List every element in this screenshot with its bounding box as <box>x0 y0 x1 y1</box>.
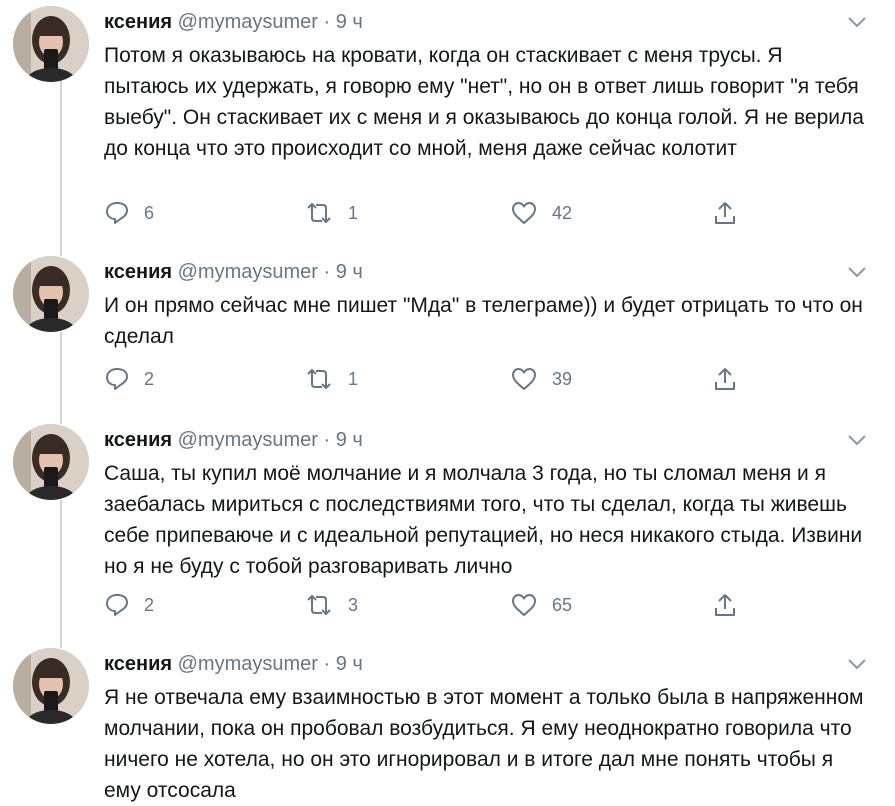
tweet-text: Саша, ты купил моё молчание и я молчала … <box>104 462 863 578</box>
reply-icon <box>106 368 128 390</box>
share-button[interactable] <box>711 590 739 620</box>
retweet-count: 3 <box>348 594 359 615</box>
tweet-header: ксения @mymaysumer · 9 ч <box>104 651 363 677</box>
share-icon <box>715 594 735 616</box>
timestamp[interactable]: 9 ч <box>336 261 363 283</box>
chevron-down-icon[interactable] <box>846 656 868 672</box>
retweet-button[interactable]: 1 <box>304 364 358 394</box>
avatar-photo <box>13 6 89 82</box>
reply-button[interactable]: 2 <box>104 364 154 394</box>
tweet-actions: 2 1 39 <box>104 364 864 394</box>
timestamp[interactable]: 9 ч <box>336 653 363 675</box>
retweet-icon <box>307 595 331 615</box>
username[interactable]: @mymaysumer <box>178 429 318 451</box>
tweet-text: Я не отвечала ему взаимностью в этот мом… <box>104 686 864 802</box>
avatar[interactable] <box>13 6 89 82</box>
reply-button[interactable]: 2 <box>104 590 154 620</box>
timestamp[interactable]: 9 ч <box>336 11 363 33</box>
separator-dot: · <box>323 653 331 675</box>
tweet[interactable]: ксения @mymaysumer · 9 ч И он прямо сейч… <box>0 256 895 406</box>
tweet-header: ксения @mymaysumer · 9 ч <box>104 259 363 285</box>
display-name[interactable]: ксения <box>104 653 172 675</box>
display-name[interactable]: ксения <box>104 429 172 451</box>
reply-icon <box>106 202 128 224</box>
username[interactable]: @mymaysumer <box>178 653 318 675</box>
display-name[interactable]: ксения <box>104 261 172 283</box>
username[interactable]: @mymaysumer <box>178 11 318 33</box>
tweet[interactable]: ксения @mymaysumer · 9 ч Я не отвечала е… <box>0 648 895 802</box>
avatar-photo <box>13 256 89 332</box>
separator-dot: · <box>323 429 331 451</box>
tweet-actions: 2 3 65 <box>104 590 864 620</box>
retweet-button[interactable]: 1 <box>304 198 358 228</box>
like-button[interactable]: 39 <box>510 364 572 394</box>
like-icon <box>512 368 536 390</box>
like-button[interactable]: 42 <box>510 198 572 228</box>
like-icon <box>512 594 536 616</box>
like-count: 42 <box>552 202 573 223</box>
reply-count: 6 <box>144 202 155 223</box>
retweet-icon <box>307 369 331 389</box>
separator-dot: · <box>323 261 331 283</box>
share-icon <box>715 202 735 224</box>
avatar-photo <box>13 648 89 724</box>
share-button[interactable] <box>711 198 739 228</box>
reply-count: 2 <box>144 368 155 389</box>
timestamp[interactable]: 9 ч <box>336 429 363 451</box>
like-count: 39 <box>552 368 573 389</box>
tweet-actions: 6 1 42 <box>104 198 864 228</box>
chevron-down-icon[interactable] <box>846 432 868 448</box>
reply-count: 2 <box>144 594 155 615</box>
avatar[interactable] <box>13 256 89 332</box>
tweet-header: ксения @mymaysumer · 9 ч <box>104 9 363 35</box>
avatar[interactable] <box>13 648 89 724</box>
tweet-text: И он прямо сейчас мне пишет "Мда" в теле… <box>104 294 863 348</box>
like-icon <box>512 202 536 224</box>
username[interactable]: @mymaysumer <box>178 261 318 283</box>
retweet-button[interactable]: 3 <box>304 590 358 620</box>
chevron-down-icon[interactable] <box>846 14 868 30</box>
separator-dot: · <box>323 11 331 33</box>
avatar[interactable] <box>13 424 89 500</box>
avatar-photo <box>13 424 89 500</box>
share-icon <box>715 368 735 390</box>
tweet-text: Потом я оказываюсь на кровати, когда он … <box>104 44 864 160</box>
tweet[interactable]: ксения @mymaysumer · 9 ч Потом я оказыва… <box>0 6 895 246</box>
display-name[interactable]: ксения <box>104 11 172 33</box>
reply-icon <box>106 594 128 616</box>
chevron-down-icon[interactable] <box>846 264 868 280</box>
retweet-count: 1 <box>348 368 359 389</box>
like-count: 65 <box>552 594 573 615</box>
tweet-header: ксения @mymaysumer · 9 ч <box>104 427 363 453</box>
retweet-count: 1 <box>348 202 359 223</box>
reply-button[interactable]: 6 <box>104 198 154 228</box>
share-button[interactable] <box>711 364 739 394</box>
like-button[interactable]: 65 <box>510 590 572 620</box>
retweet-icon <box>307 203 331 223</box>
tweet[interactable]: ксения @mymaysumer · 9 ч Саша, ты купил … <box>0 424 895 644</box>
